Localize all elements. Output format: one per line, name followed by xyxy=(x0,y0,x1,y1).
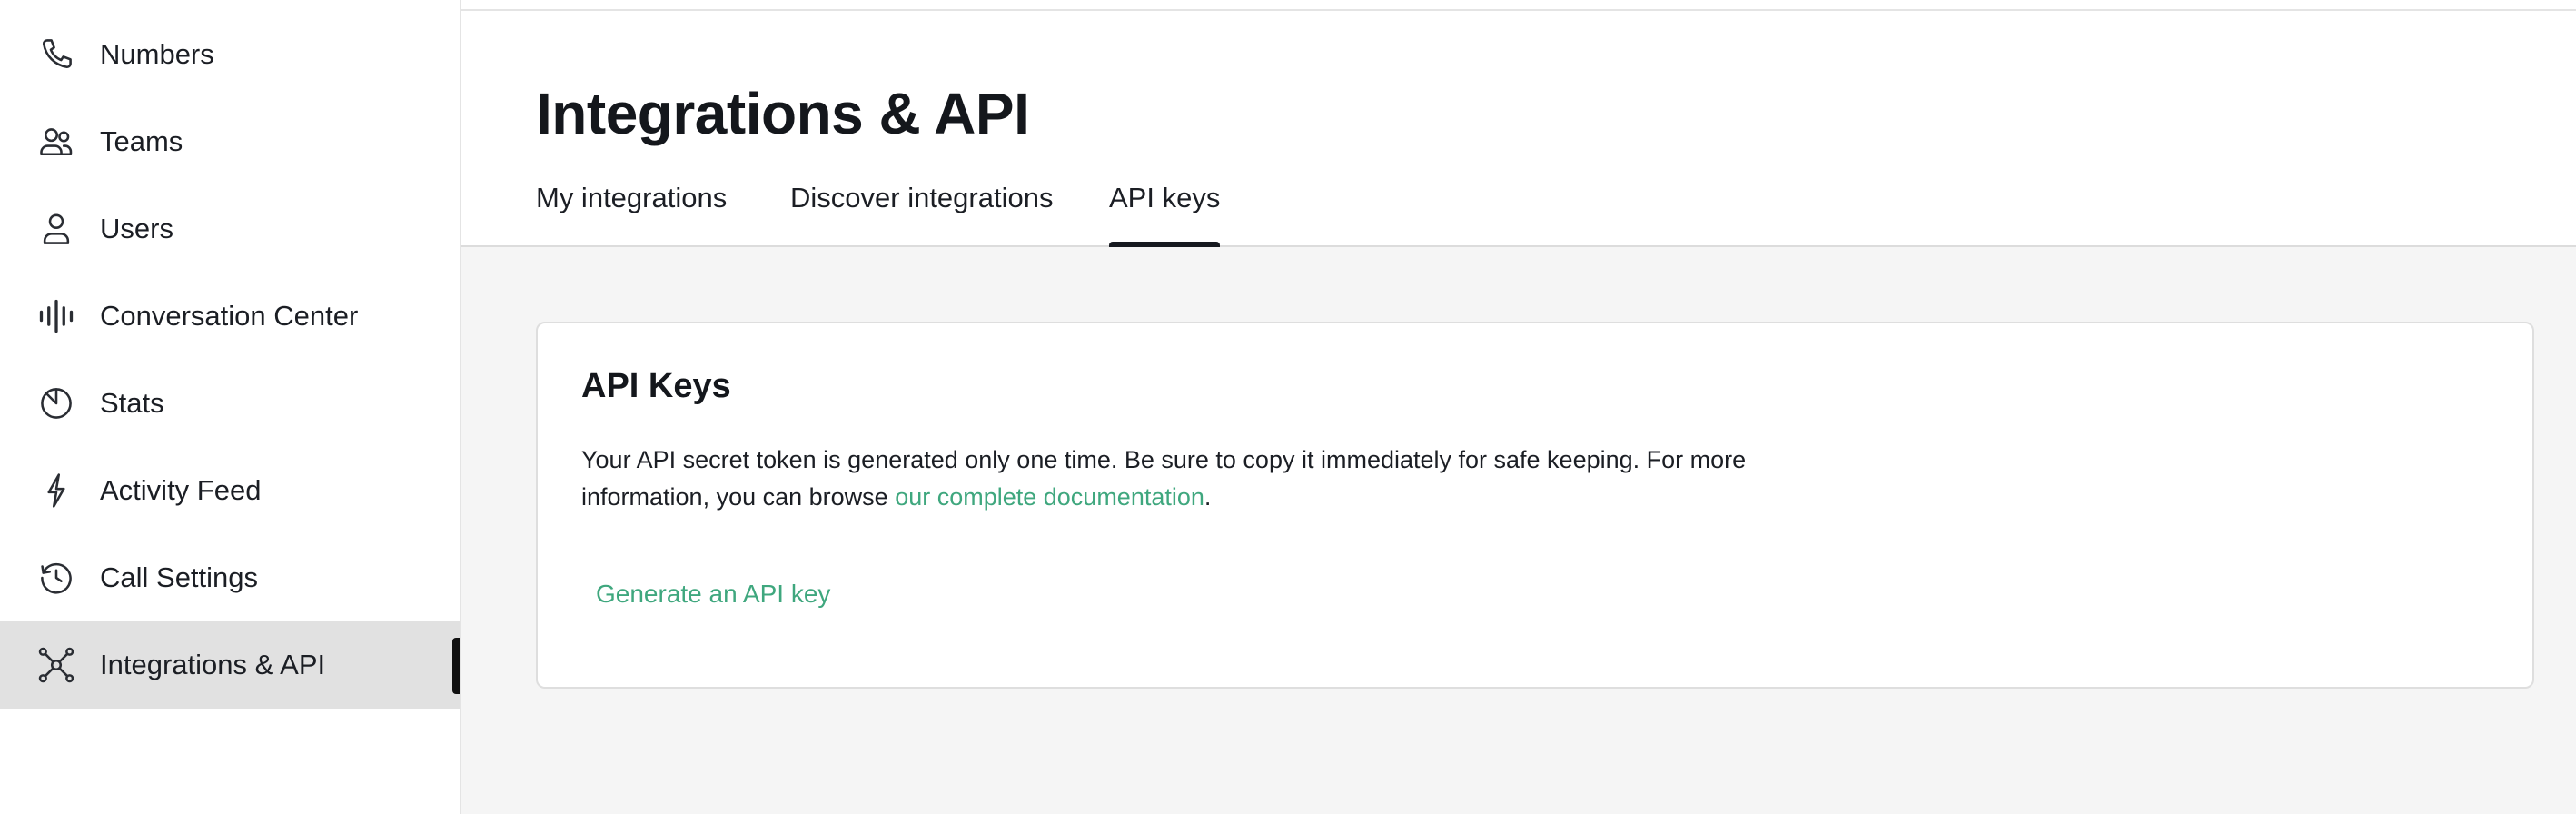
card-description: Your API secret token is generated only … xyxy=(581,442,1835,516)
sidebar-item-label: Activity Feed xyxy=(100,474,262,506)
tab-discover-integrations[interactable]: Discover integrations xyxy=(790,182,1053,245)
user-icon xyxy=(35,211,78,247)
sidebar-item-activity-feed[interactable]: Activity Feed xyxy=(0,447,460,534)
pie-chart-icon xyxy=(35,385,78,422)
network-icon xyxy=(35,647,78,683)
lightning-icon xyxy=(35,472,78,509)
page-header: Integrations & API My integrations Disco… xyxy=(461,11,2576,249)
tab-my-integrations[interactable]: My integrations xyxy=(536,182,727,245)
sidebar-item-integrations-api[interactable]: Integrations & API xyxy=(0,621,460,709)
sidebar-item-call-settings[interactable]: Call Settings xyxy=(0,534,460,621)
documentation-link[interactable]: our complete documentation xyxy=(895,483,1204,511)
sidebar-item-numbers[interactable]: Numbers xyxy=(0,11,460,98)
tab-api-keys[interactable]: API keys xyxy=(1109,182,1221,249)
sidebar-item-label: Numbers xyxy=(100,38,214,70)
description-end: . xyxy=(1204,483,1212,511)
sidebar: Numbers Teams Users Conversation Center … xyxy=(0,0,461,814)
sidebar-item-label: Call Settings xyxy=(100,561,259,593)
history-icon xyxy=(35,560,78,596)
sidebar-item-label: Stats xyxy=(100,387,164,419)
sidebar-item-label: Users xyxy=(100,213,173,244)
sidebar-item-teams[interactable]: Teams xyxy=(0,98,460,185)
sidebar-item-label: Integrations & API xyxy=(100,649,326,680)
waveform-icon xyxy=(35,298,78,334)
api-keys-card: API Keys Your API secret token is genera… xyxy=(536,322,2534,689)
phone-icon xyxy=(35,36,78,73)
sidebar-item-stats[interactable]: Stats xyxy=(0,360,460,447)
sidebar-item-users[interactable]: Users xyxy=(0,185,460,273)
team-icon xyxy=(35,124,78,160)
sidebar-item-label: Teams xyxy=(100,125,183,157)
main-content: API Keys Your API secret token is genera… xyxy=(461,247,2576,814)
card-title: API Keys xyxy=(581,367,731,405)
generate-api-key-button[interactable]: Generate an API key xyxy=(581,567,845,621)
page-title: Integrations & API xyxy=(536,81,1030,146)
sidebar-item-conversation-center[interactable]: Conversation Center xyxy=(0,273,460,360)
sidebar-item-label: Conversation Center xyxy=(100,300,359,332)
